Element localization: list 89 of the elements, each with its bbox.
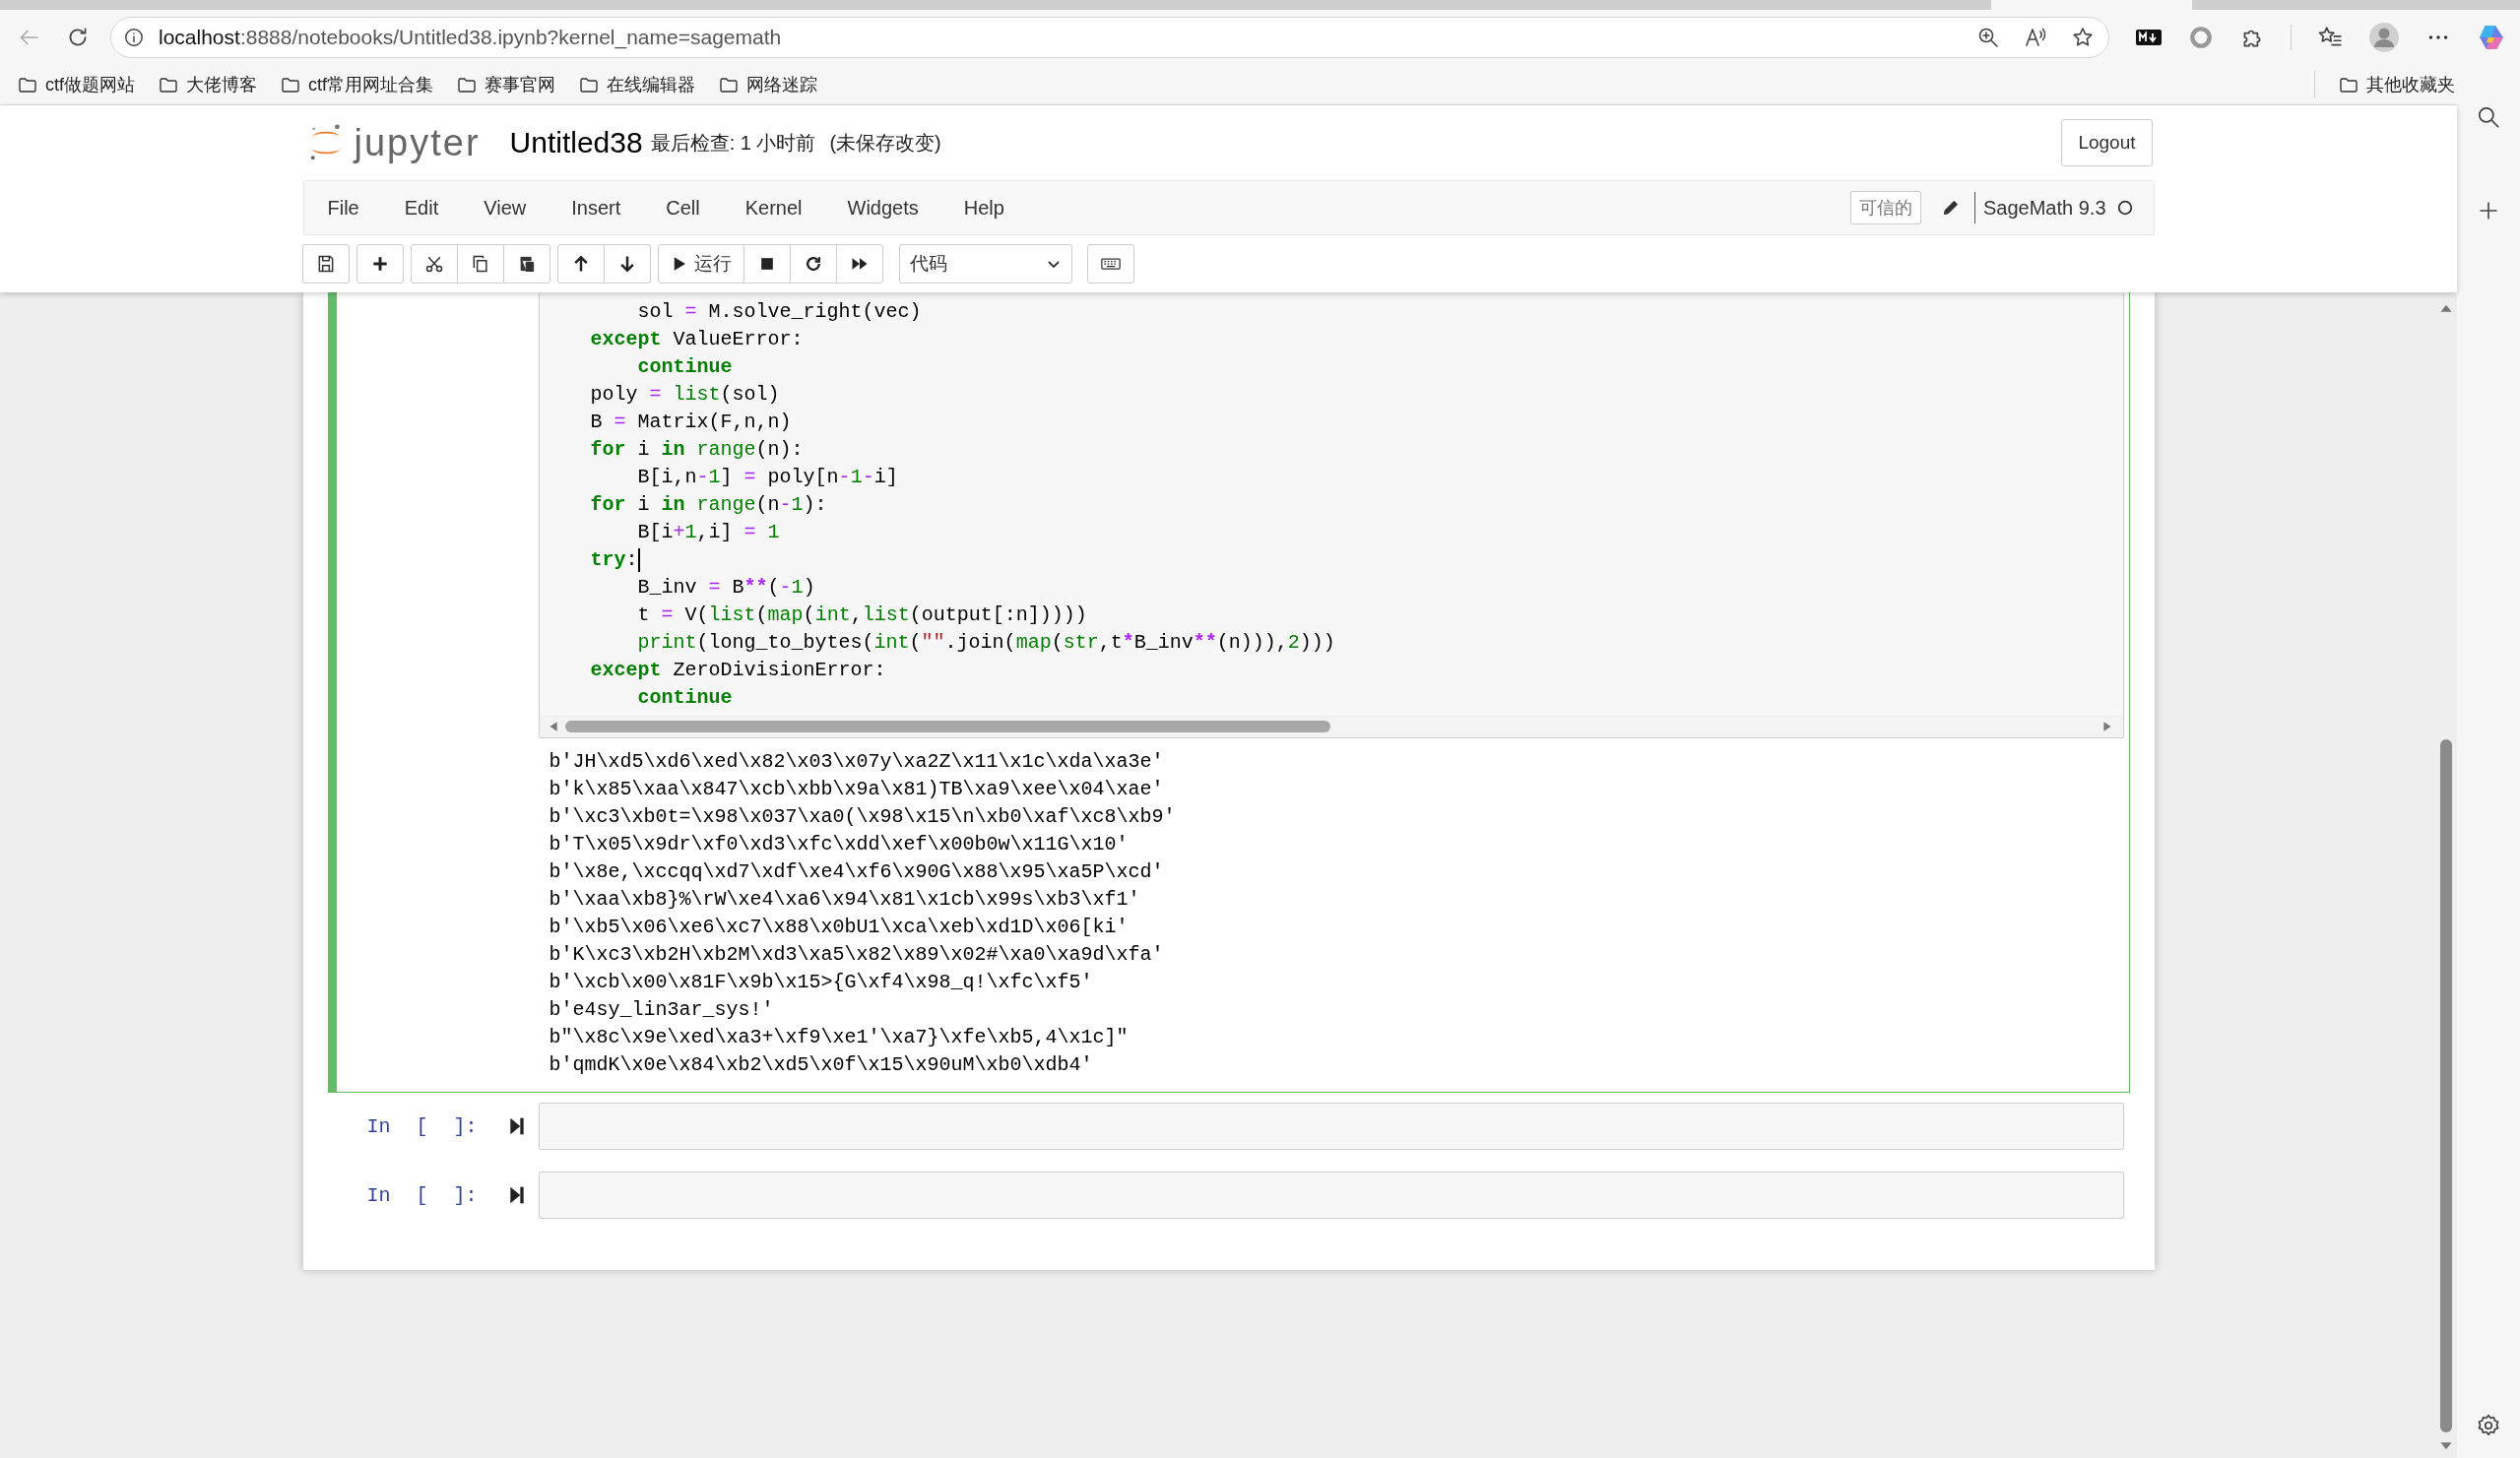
code-line: except ValueError: <box>589 327 804 352</box>
run-button[interactable]: 运行 <box>657 244 744 284</box>
horizontal-scrollbar[interactable] <box>539 716 2123 737</box>
output-line: b'\x8e,\xccqq\xd7\xdf\xe4\xf6\x90G\x88\x95\xa5P\xcd' <box>549 859 1165 885</box>
menu-item[interactable]: Help <box>963 196 1004 220</box>
output-line: b'\xaa\xb8}%\rW\xe4\xa6\x94\x81\x1cb\x99s\xb3\xf1' <box>549 887 1141 913</box>
bookmark-link[interactable]: 网络迷踪 <box>746 73 818 96</box>
output-line: b'K\xc3\xb2H\xb2M\xd3\xa5\x82\x89\x02#\xa0\xa9d\xfa' <box>549 942 1165 968</box>
star-icon[interactable] <box>2071 26 2095 49</box>
cell-type-dropdown[interactable]: 代码 <box>898 244 1072 284</box>
output-line: b'T\x05\x9dr\xf0\xd3\xfc\xdd\xef\x00b0w\x11G\x10' <box>549 832 1130 857</box>
markdown-icon[interactable] <box>2135 28 2163 47</box>
code-line: continue <box>636 354 733 380</box>
folder-icon[interactable] <box>719 75 740 95</box>
output-line: b'qmdK\x0e\x84\xb2\xd5\x0f\x15\x90uM\xb0\xdb4' <box>549 1052 1094 1078</box>
menu-item[interactable]: View <box>484 196 527 220</box>
zoom-in-icon[interactable] <box>1976 26 2000 49</box>
scissors-icon <box>423 254 444 274</box>
bookmark-link[interactable]: 大佬博客 <box>186 73 257 96</box>
code-line: for i in range(n-1): <box>589 492 827 518</box>
input-prompt: In [ ]: <box>366 1114 478 1138</box>
checkpoint-status: 最后检查: 1 小时前 <box>650 130 816 156</box>
kernel-name[interactable]: SageMath 9.3 <box>1982 196 2106 220</box>
move-up-button[interactable] <box>556 244 605 284</box>
menu-item[interactable]: Widgets <box>847 196 919 220</box>
logout-button[interactable]: Logout <box>2061 119 2153 166</box>
code-input-field[interactable] <box>538 1172 2124 1219</box>
folder-icon[interactable] <box>159 75 178 95</box>
code-line: B[i+1,i] = 1 <box>636 520 780 545</box>
menu-item[interactable]: Edit <box>404 196 439 220</box>
folder-icon[interactable] <box>18 75 37 95</box>
address-bar[interactable]: localhost:8888/notebooks/Untitled38.ipynb?kernel_name=sagemath <box>110 17 2109 58</box>
folder-icon[interactable] <box>457 75 478 95</box>
folder-icon[interactable] <box>281 75 300 95</box>
code-line: print(long_to_bytes(int("".join(map(str,t*B_inv**(n))),2))) <box>636 630 1335 656</box>
folder-icon[interactable] <box>579 75 600 95</box>
bookmark-link[interactable]: ctf做题网站 <box>45 73 135 96</box>
code-line: B_inv = B**(-1) <box>636 575 815 601</box>
code-line: poly = list(sol) <box>589 382 780 408</box>
cut-button[interactable] <box>410 244 458 284</box>
menu-item[interactable]: File <box>327 196 359 220</box>
avatar-icon[interactable] <box>2368 22 2400 53</box>
logo-text: jupyter <box>354 121 481 164</box>
menu-item[interactable]: Insert <box>571 196 621 220</box>
output-line: b'\xb5\x06\xe6\xc7\x88\x0bU1\xca\xeb\xd1D\x06[ki' <box>549 915 1130 940</box>
output-line: b'k\x85\xaa\x847\xcb\xbb\x9a\x81)TB\xa9\xee\x04\xae' <box>549 777 1165 802</box>
output-line: b'\xcb\x00\x81F\x9b\x15>{G\xf4\x98_q!\xfc\xf5' <box>549 970 1094 995</box>
code-line: for i in range(n): <box>589 437 804 463</box>
code-line: sol = M.solve_right(vec) <box>636 299 922 325</box>
code-input-field[interactable] <box>538 1103 2124 1150</box>
notebook-name[interactable]: Untitled38 <box>509 126 643 159</box>
paste-button[interactable] <box>502 244 550 284</box>
restart-button[interactable] <box>789 244 837 284</box>
code-line: B[i,n-1] = poly[n-1-i] <box>636 465 898 490</box>
keyboard-button[interactable] <box>1086 244 1134 284</box>
output-line: b'JH\xd5\xd6\xed\x82\x03\x07y\xa2Z\x11\x1c\xda\xa3e' <box>549 749 1165 775</box>
url-text: localhost:8888/notebooks/Untitled38.ipynb?kernel_name=sagemath <box>159 26 782 49</box>
menu-item[interactable]: Cell <box>666 196 700 220</box>
output-line: b'\xc3\xb0t=\x98\x037\xa0(\x98\x15\n\xb0\xaf\xc8\xb9' <box>549 804 1177 830</box>
trusted-badge[interactable]: 可信的 <box>1849 191 1921 224</box>
output-line: b'e4sy_lin3ar_sys!' <box>549 997 775 1023</box>
scroll-right-icon[interactable] <box>2100 721 2113 732</box>
code-line: try: <box>589 546 640 574</box>
code-line: t = V(list(map(int,list(output[:n])))) <box>636 602 1087 628</box>
input-prompt: In [ ]: <box>366 1183 478 1207</box>
plus-icon[interactable] <box>2477 199 2500 222</box>
settings-icon[interactable] <box>2476 1413 2501 1438</box>
run-all-button[interactable] <box>835 244 883 284</box>
interrupt-button[interactable] <box>743 244 791 284</box>
bookmark-link[interactable]: 其他收藏夹 <box>2366 73 2455 96</box>
bookmark-link[interactable]: ctf常用网址合集 <box>308 73 434 96</box>
code-line: continue <box>636 685 733 711</box>
bookmark-link[interactable]: 在线编辑器 <box>607 73 696 96</box>
code-line: except ZeroDivisionError: <box>589 658 886 683</box>
circle-extension-icon[interactable] <box>2188 25 2214 50</box>
read-aloud-icon[interactable] <box>2024 26 2047 49</box>
code-line: B = Matrix(F,n,n) <box>589 410 792 435</box>
search-icon[interactable] <box>2476 104 2501 130</box>
menu-item[interactable]: Kernel <box>744 196 803 220</box>
move-down-button[interactable] <box>603 244 651 284</box>
bookmark-link[interactable]: 赛事官网 <box>485 73 556 96</box>
save-button[interactable] <box>301 244 350 284</box>
output-line: b"\x8c\x9e\xed\xa3+\xf9\xe1'\xa7}\xfe\xb5,4\x1c]" <box>549 1025 1130 1050</box>
folder-icon[interactable] <box>2339 75 2358 95</box>
add-cell-button[interactable] <box>355 244 404 284</box>
copilot-icon[interactable] <box>2477 23 2506 52</box>
info-icon[interactable] <box>123 27 145 48</box>
copy-button[interactable] <box>456 244 504 284</box>
autosave-status: (未保存改变) <box>829 130 941 156</box>
